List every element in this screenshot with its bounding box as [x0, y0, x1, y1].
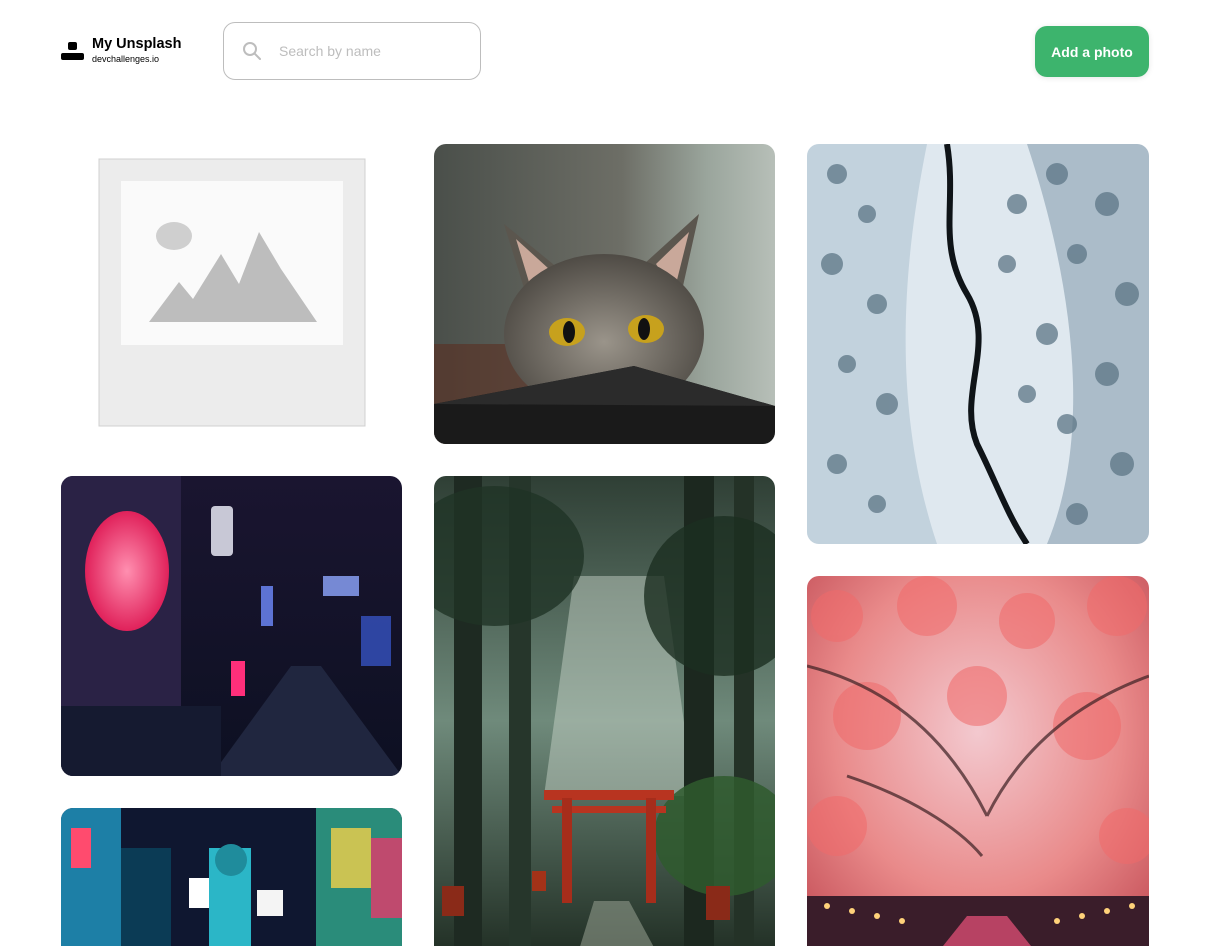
cat-photo	[434, 144, 775, 444]
photo-card-lantern-street[interactable]	[61, 476, 402, 776]
logo-icon	[61, 42, 84, 60]
search-input[interactable]	[279, 37, 469, 65]
lantern-street-photo	[61, 476, 402, 776]
torii-forest-photo	[434, 476, 775, 946]
brand-title: My Unsplash	[92, 36, 182, 52]
cherry-blossom-photo	[807, 576, 1149, 946]
brand-logo[interactable]: My Unsplash devchallenges.io	[61, 36, 201, 68]
search-box[interactable]	[223, 22, 481, 80]
photo-card-placeholder[interactable]	[61, 144, 402, 444]
search-icon	[243, 42, 261, 60]
add-photo-button[interactable]: Add a photo	[1035, 26, 1149, 77]
brand-subtitle: devchallenges.io	[92, 54, 160, 64]
top-header: My Unsplash devchallenges.io Add a photo	[0, 0, 1208, 110]
snow-forest-photo	[807, 144, 1149, 544]
image-placeholder-icon	[61, 144, 402, 444]
photo-card-cherry-blossoms[interactable]	[807, 576, 1149, 946]
photo-card-torii-forest[interactable]	[434, 476, 775, 946]
photo-card-neon-city[interactable]	[61, 808, 402, 946]
photo-card-snow-forest[interactable]	[807, 144, 1149, 544]
photo-card-cat[interactable]	[434, 144, 775, 444]
neon-city-photo	[61, 808, 402, 946]
